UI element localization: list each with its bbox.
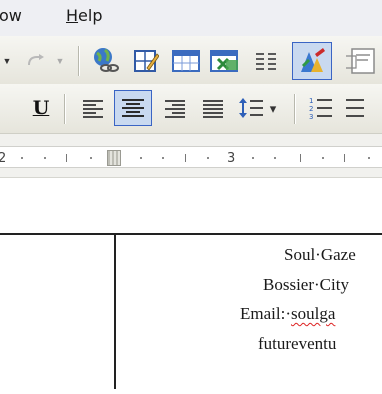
menu-view[interactable]: ow — [0, 6, 22, 25]
underline-button[interactable]: U — [26, 92, 56, 124]
tables-borders-icon — [134, 50, 159, 72]
menu-help[interactable]: Help — [66, 6, 102, 25]
menu-help-label: Help — [66, 6, 103, 25]
document-page[interactable]: Soul·Gaze Bossier·City Email:·soulga fut… — [0, 179, 382, 394]
indent-marker[interactable] — [107, 150, 121, 166]
redo-button[interactable] — [22, 48, 50, 74]
ruler-dot — [368, 157, 370, 159]
insert-excel-worksheet-button[interactable] — [208, 45, 242, 77]
toolbar-separator — [78, 46, 79, 76]
ruler-tick — [185, 154, 186, 162]
justify-button[interactable] — [198, 93, 228, 123]
ruler-tick — [344, 154, 345, 162]
numbered-list-icon: 123 — [309, 97, 332, 120]
doc-line-company[interactable]: Soul·Gaze — [284, 245, 356, 265]
formatting-toolbar: U ▾ 1 2 3 — [0, 84, 382, 134]
chevron-down-icon: ▾ — [269, 101, 277, 116]
tables-borders-button[interactable] — [130, 45, 162, 77]
chevron-down-icon: ▼ — [2, 56, 12, 66]
svg-text:1: 1 — [309, 97, 313, 105]
excel-worksheet-icon — [210, 50, 238, 72]
drawing-button[interactable] — [292, 42, 332, 80]
line-spacing-icon — [239, 98, 263, 118]
bullets-button[interactable] — [346, 93, 382, 123]
ruler-dot — [162, 157, 164, 159]
email-address[interactable]: soulga — [291, 304, 335, 323]
table-column-border — [114, 233, 116, 389]
menu-bar: ow Help — [0, 0, 382, 36]
columns-button[interactable] — [250, 45, 282, 77]
redo-dropdown-button[interactable]: ▼ — [54, 52, 66, 70]
document-map-icon — [346, 48, 375, 74]
svg-text:3: 3 — [309, 113, 313, 120]
ruler-dot — [140, 157, 142, 159]
line-spacing-dropdown[interactable]: ▾ — [266, 100, 280, 118]
ruler-dot — [322, 157, 324, 159]
align-right-icon — [165, 100, 185, 118]
align-left-button[interactable] — [78, 93, 108, 123]
ruler-strip: 2 3 — [0, 146, 382, 168]
standard-toolbar: ▼ ▼ — [0, 36, 382, 84]
underline-label: U — [32, 97, 50, 119]
ruler-dot — [21, 157, 23, 159]
ruler-number-2: 2 — [0, 151, 7, 166]
document-map-button[interactable] — [340, 45, 382, 77]
line-spacing-button[interactable] — [236, 93, 266, 123]
toolbar-separator — [294, 94, 295, 124]
table-icon — [172, 50, 200, 72]
insert-table-button[interactable] — [170, 45, 202, 77]
insert-hyperlink-button[interactable] — [88, 44, 122, 78]
justify-icon — [203, 100, 223, 118]
ruler-tick — [300, 154, 301, 162]
center-align-button[interactable] — [114, 90, 152, 126]
doc-line-email[interactable]: Email:·soulga — [240, 304, 335, 324]
align-center-icon — [122, 99, 144, 117]
ruler-tick — [66, 154, 67, 162]
ruler-dot — [207, 157, 209, 159]
ruler-dot — [44, 157, 46, 159]
align-right-button[interactable] — [160, 93, 190, 123]
redo-icon — [28, 54, 44, 66]
numbering-button[interactable]: 123 — [306, 93, 336, 123]
doc-line-website[interactable]: futureventu — [258, 334, 336, 354]
doc-line-city[interactable]: Bossier·City — [263, 275, 349, 295]
drawing-icon — [301, 48, 325, 72]
table-top-border — [0, 233, 382, 235]
hyperlink-icon — [94, 48, 119, 72]
ruler-number-3: 3 — [227, 151, 236, 166]
bulleted-list-icon — [346, 99, 364, 117]
ruler-dot — [274, 157, 276, 159]
svg-text:2: 2 — [309, 105, 313, 113]
align-left-icon — [83, 100, 103, 118]
columns-icon — [256, 53, 276, 70]
ruler-dot — [252, 157, 254, 159]
undo-dropdown-button[interactable]: ▼ — [0, 52, 14, 70]
chevron-down-icon: ▼ — [55, 56, 65, 66]
email-label: Email:· — [240, 304, 291, 323]
ruler-dot — [90, 157, 92, 159]
horizontal-ruler[interactable]: 2 3 — [0, 134, 382, 178]
toolbar-separator — [64, 94, 65, 124]
